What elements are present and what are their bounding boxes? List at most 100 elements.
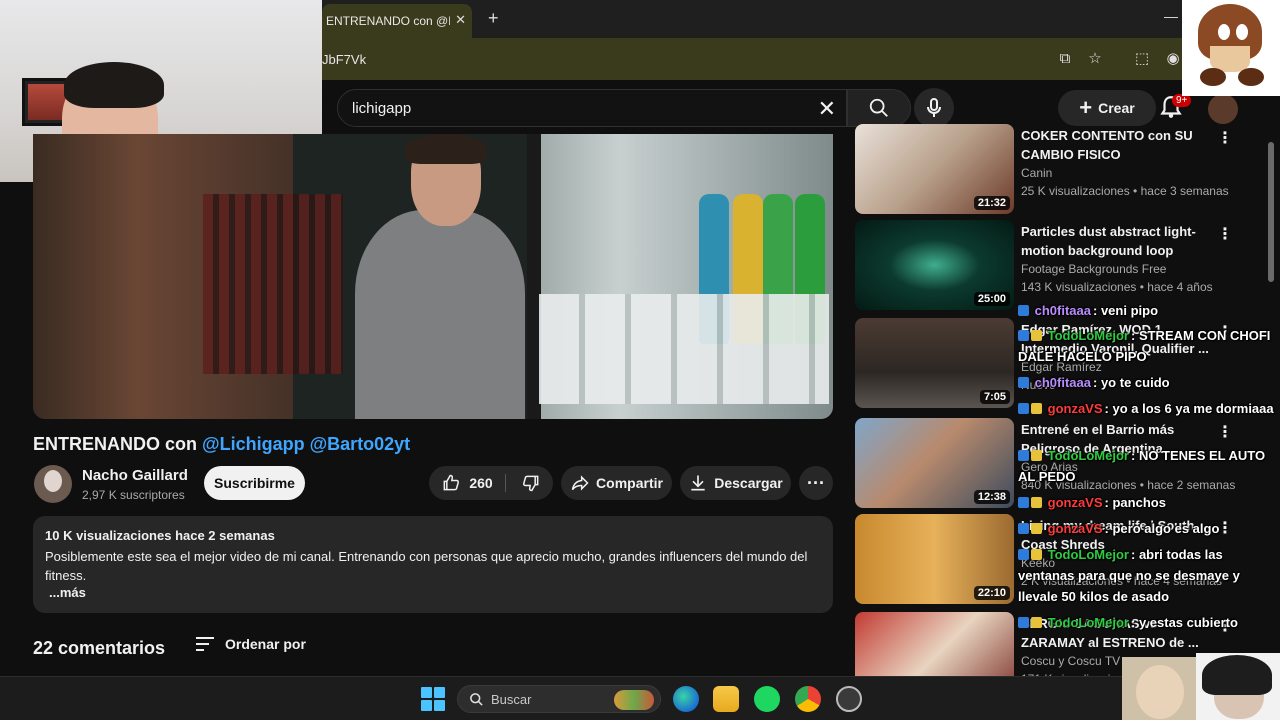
channel-name[interactable]: Nacho Gaillard	[82, 467, 188, 484]
recommended-channel[interactable]: Footage Backgrounds Free	[1021, 262, 1166, 276]
dislike-button[interactable]	[509, 466, 553, 500]
more-dots-icon: ···	[807, 472, 825, 493]
sidebar-scrollbar[interactable]	[1268, 142, 1274, 282]
bookmark-star-icon[interactable]: ☆	[1086, 50, 1104, 68]
tab-title: ENTRENANDO con @Lic	[326, 14, 450, 28]
profile-icon[interactable]: ◉	[1164, 50, 1182, 68]
extensions-icon[interactable]: ⬚	[1133, 50, 1151, 68]
microphone-icon	[927, 98, 941, 117]
edge-browser-icon[interactable]	[673, 686, 699, 712]
file-explorer-icon[interactable]	[713, 686, 739, 712]
install-app-icon[interactable]: ⧉	[1056, 50, 1074, 68]
more-actions-button[interactable]: ···	[799, 466, 833, 500]
chat-message: gonzaVS: panchos	[1018, 492, 1280, 513]
title-mention-link[interactable]: @Barto02yt	[310, 434, 411, 454]
sort-icon	[196, 637, 214, 651]
recommended-video[interactable]: 25:00 Particles dust abstract light-moti…	[855, 220, 1233, 312]
chat-username: gonzaVS	[1047, 521, 1103, 536]
chat-message: ch0fitaaa: yo te cuido	[1018, 372, 1280, 393]
recommended-thumbnail[interactable]: 21:32	[855, 124, 1014, 214]
recommended-meta: 143 K visualizaciones • hace 4 años	[1021, 280, 1213, 294]
search-query: lichigapp	[352, 100, 412, 117]
share-label: Compartir	[596, 475, 663, 491]
comments-count: 22 comentarios	[33, 638, 166, 658]
description-text: Posiblemente este sea el mejor video de …	[45, 549, 808, 583]
spotify-icon[interactable]	[754, 686, 780, 712]
like-button[interactable]: 260	[429, 466, 505, 500]
recommended-title[interactable]: Particles dust abstract light-motion bac…	[1021, 222, 1211, 260]
share-arrow-icon	[571, 475, 589, 491]
search-icon	[869, 98, 888, 117]
kebab-menu-icon[interactable]: ⋮	[1217, 128, 1233, 148]
chat-message: ch0fitaaa: veni pipo	[1018, 300, 1280, 321]
chat-username: TodoLoMejor	[1047, 547, 1129, 562]
taskbar-search-input[interactable]: Buscar	[457, 685, 661, 713]
like-dislike-group: 260	[429, 466, 553, 500]
chat-badge-icon	[1018, 377, 1029, 388]
video-player[interactable]	[33, 134, 833, 419]
chat-badge-icon	[1018, 497, 1029, 508]
chat-text: yo a los 6 ya me dormiaaa	[1112, 401, 1274, 416]
chat-badge-icon	[1018, 523, 1029, 534]
search-input[interactable]: lichigapp ✕	[337, 89, 847, 127]
chat-username: TodoLoMejor	[1047, 615, 1129, 630]
chat-text: pero algo es algo	[1112, 521, 1220, 536]
recommended-channel[interactable]: Canin	[1021, 166, 1052, 180]
description-more-link[interactable]: ...más	[49, 585, 86, 600]
recommended-thumbnail[interactable]: 12:38	[855, 418, 1014, 508]
windows-start-icon[interactable]	[421, 687, 445, 711]
new-tab-icon[interactable]: +	[488, 8, 499, 29]
clear-search-icon[interactable]: ✕	[818, 96, 836, 122]
search-button[interactable]	[847, 89, 911, 127]
address-bar[interactable]: JbF7Vk	[322, 52, 366, 67]
like-count: 260	[469, 475, 493, 491]
subscribe-button[interactable]: Suscribirme	[204, 466, 305, 500]
chat-text: panchos	[1112, 495, 1166, 510]
chat-text: yo te cuido	[1100, 375, 1170, 390]
chat-username: TodoLoMejor	[1047, 328, 1129, 343]
chat-message: gonzaVS: yo a los 6 ya me dormiaaa	[1018, 398, 1280, 419]
chat-message: TodoLoMejor: abri todas las ventanas par…	[1018, 547, 1240, 604]
sort-label: Ordenar por	[225, 636, 306, 652]
browser-toolbar: JbF7Vk ⧉ ☆ ⬚ ◉	[322, 38, 1182, 80]
create-button[interactable]: + Crear	[1058, 90, 1156, 126]
channel-avatar[interactable]	[34, 465, 72, 503]
title-mention-link[interactable]: @Lichigapp	[202, 434, 305, 454]
chat-message: gonzaVS: pero algo es algo	[1018, 518, 1280, 539]
chrome-icon[interactable]	[795, 686, 821, 712]
webcam-person-hair	[64, 62, 164, 108]
recommended-channel[interactable]: Coscu y Coscu TV	[1021, 654, 1120, 668]
chat-badge-icon	[1018, 617, 1029, 628]
window-minimize-icon[interactable]: —	[1164, 8, 1178, 24]
chat-badge-icon	[1031, 497, 1042, 508]
tab-close-icon[interactable]: ✕	[455, 12, 466, 28]
recommended-title[interactable]: COKER CONTENTO con SU CAMBIO FISICO	[1021, 126, 1211, 164]
chat-badge-icon	[1018, 305, 1029, 316]
chat-username: TodoLoMejor	[1047, 448, 1129, 463]
description-views-date: 10 K visualizaciones hace 2 semanas	[45, 528, 275, 543]
recommended-thumbnail[interactable]: 22:10	[855, 514, 1014, 604]
baby-overlay-image	[1196, 653, 1280, 720]
taskbar-search-placeholder: Buscar	[491, 692, 532, 707]
browser-tab-active[interactable]: ENTRENANDO con @Lic ✕	[322, 4, 472, 38]
recommended-meta: 25 K visualizaciones • hace 3 semanas	[1021, 184, 1229, 198]
account-avatar[interactable]	[1208, 94, 1238, 124]
obs-recording-icon[interactable]	[836, 686, 862, 712]
download-button[interactable]: Descargar	[680, 466, 791, 500]
video-duration: 22:10	[973, 586, 1010, 600]
kebab-menu-icon[interactable]: ⋮	[1217, 224, 1233, 244]
recommended-video[interactable]: 21:32 COKER CONTENTO con SU CAMBIO FISIC…	[855, 124, 1233, 216]
recommended-thumbnail[interactable]: 7:05	[855, 318, 1014, 408]
chat-username: gonzaVS	[1047, 495, 1103, 510]
sort-comments-button[interactable]: Ordenar por	[195, 636, 306, 652]
video-frame-price-tags	[539, 294, 829, 404]
voice-search-button[interactable]	[914, 88, 954, 128]
browser-tab-strip: ENTRENANDO con @Lic ✕ + —	[322, 0, 1182, 38]
video-frame-bottles	[203, 194, 343, 374]
video-duration: 25:00	[973, 292, 1010, 306]
recommended-thumbnail[interactable]: 25:00	[855, 220, 1014, 310]
description-box[interactable]: 10 K visualizaciones hace 2 semanas Posi…	[33, 516, 833, 613]
stream-chat-overlay: ch0fitaaa: veni pipo TodoLoMejor: STREAM…	[1018, 300, 1280, 640]
share-button[interactable]: Compartir	[561, 466, 672, 500]
windows-taskbar: Buscar	[0, 676, 1280, 720]
